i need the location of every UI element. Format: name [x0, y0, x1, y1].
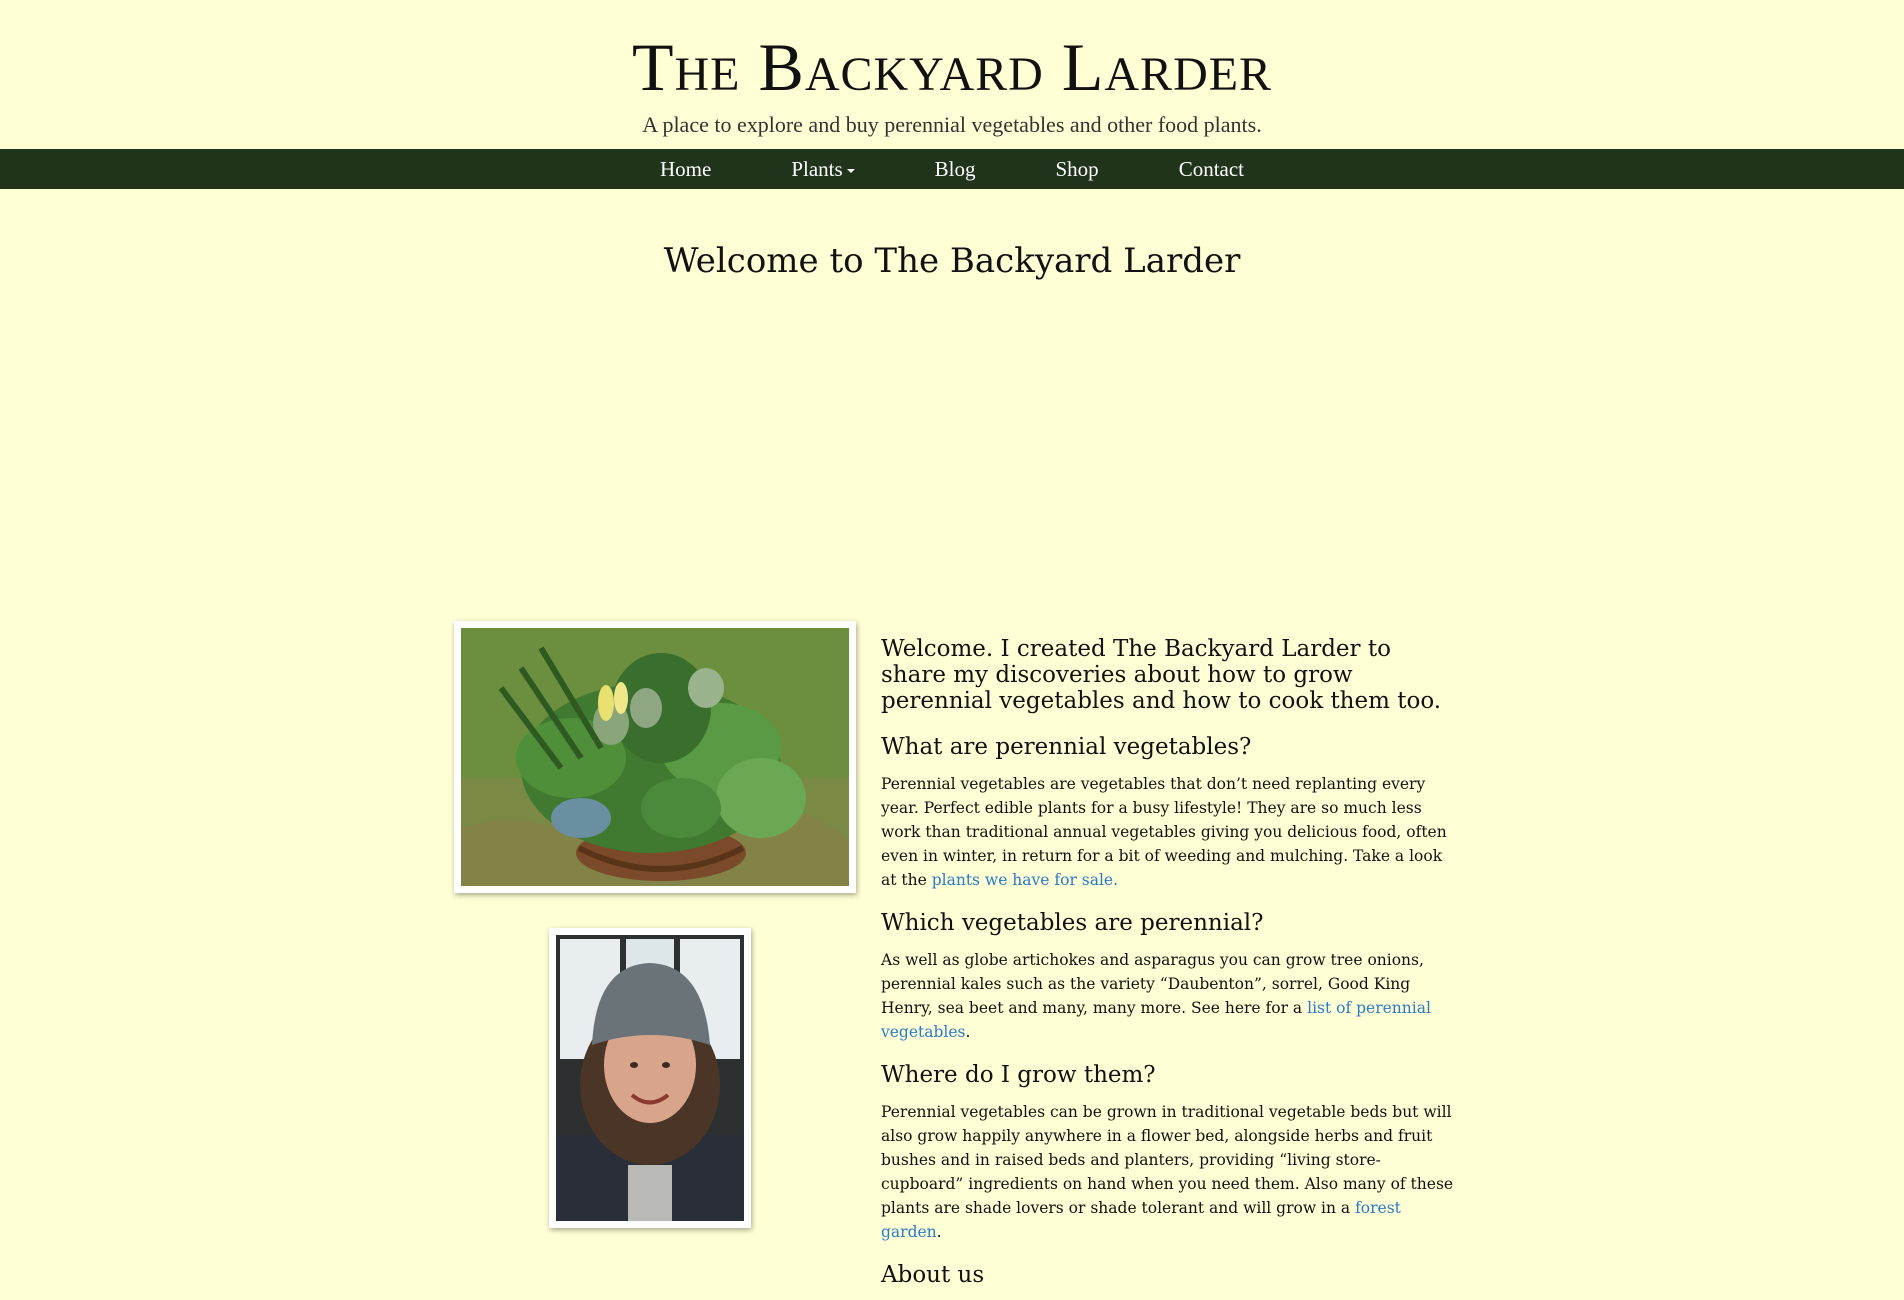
- caret-down-icon: [846, 168, 855, 173]
- nav-blog[interactable]: Blog: [895, 157, 1016, 182]
- welcome-text: Welcome. I created The Backyard Larder t…: [881, 636, 1456, 1300]
- nav-contact[interactable]: Contact: [1139, 157, 1284, 182]
- section-heading: What are perennial vegetables?: [881, 734, 1252, 760]
- main-nav: Home Plants Blog Shop Contact: [0, 149, 1904, 189]
- section-text: Perennial vegetables can be grown in tra…: [881, 1103, 1454, 1241]
- site-header: The Backyard Larder A place to explore a…: [0, 0, 1904, 137]
- author-image: [556, 935, 744, 1221]
- section-text: Perennial vegetables are vegetables that…: [881, 775, 1447, 889]
- nav-plants-label: Plants: [791, 156, 843, 181]
- section-text: As well as globe artichokes and asparagu…: [881, 951, 1431, 1041]
- site-title[interactable]: The Backyard Larder: [0, 30, 1904, 104]
- plants-for-sale-link[interactable]: plants we have for sale.: [932, 871, 1118, 889]
- nav-shop[interactable]: Shop: [1016, 157, 1139, 182]
- about-heading: About us: [881, 1262, 985, 1288]
- nav-home[interactable]: Home: [620, 157, 751, 182]
- page-title: Welcome to The Backyard Larder: [663, 241, 1241, 281]
- vegetable-basket-image: [461, 628, 849, 886]
- section-heading: Which vegetables are perennial?: [881, 910, 1264, 936]
- author-photo: [549, 928, 751, 1228]
- section-heading: Where do I grow them?: [881, 1062, 1156, 1088]
- site-tagline: A place to explore and buy perennial veg…: [642, 112, 1262, 137]
- nav-plants[interactable]: Plants: [751, 157, 894, 182]
- intro-text: Welcome. I created The Backyard Larder t…: [881, 636, 1442, 714]
- vegetable-basket-photo: [454, 621, 856, 893]
